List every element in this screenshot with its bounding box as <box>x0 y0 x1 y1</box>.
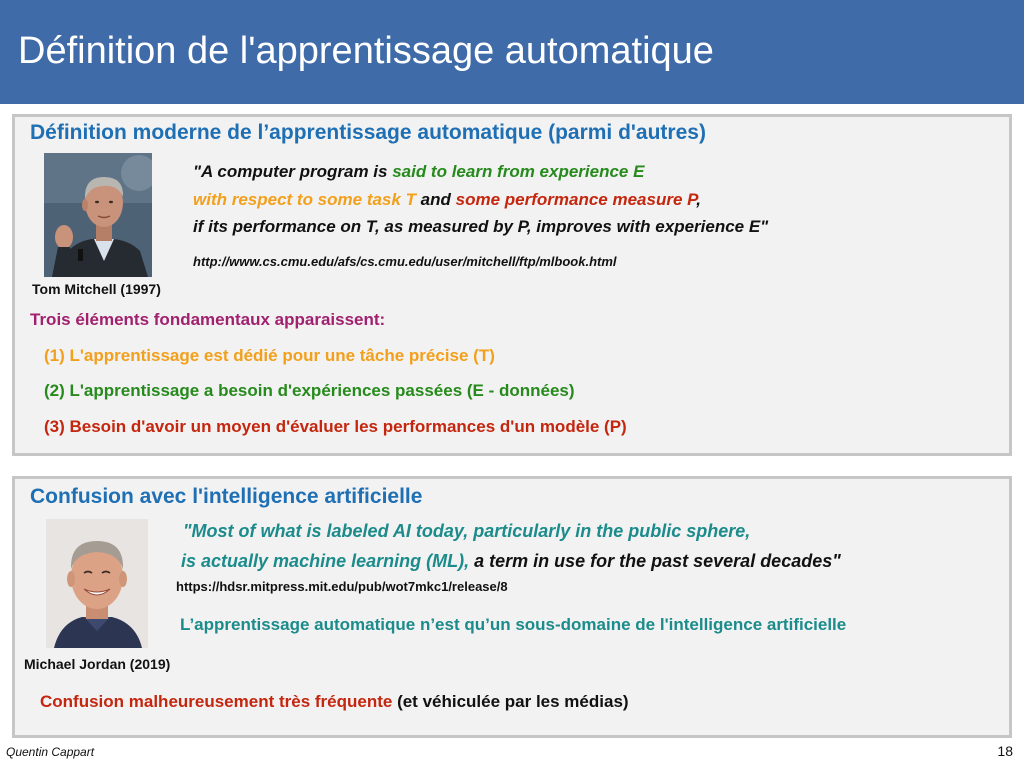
michael-jordan-caption: Michael Jordan (2019) <box>24 656 171 672</box>
tom-mitchell-photo <box>44 153 152 277</box>
left-eye <box>95 200 99 204</box>
quote-experience: said to learn from experience E <box>392 162 645 181</box>
ear <box>82 199 88 211</box>
quote-text: a term in use for the past several decad… <box>469 551 841 571</box>
slide-header: Définition de l'apprentissage automatiqu… <box>0 0 1024 104</box>
microphone <box>78 249 83 261</box>
slide: Définition de l'apprentissage automatiqu… <box>0 0 1024 768</box>
quote-task: with respect to some task T <box>193 190 416 209</box>
definition-block: Définition moderne de l’apprentissage au… <box>12 114 1012 456</box>
jordan-source-url: https://hdsr.mitpress.mit.edu/pub/wot7mk… <box>176 579 508 594</box>
definition-block-title: Définition moderne de l’apprentissage au… <box>30 121 706 144</box>
element-item-experience: (2) L'apprentissage a besoin d'expérienc… <box>44 381 575 400</box>
michael-jordan-photo <box>46 519 148 648</box>
footer-author: Quentin Cappart <box>6 745 95 759</box>
right-ear <box>119 571 127 587</box>
confusion-block: Confusion avec l'intelligence artificiel… <box>12 476 1012 738</box>
confusion-block-title: Confusion avec l'intelligence artificiel… <box>30 485 423 508</box>
quote-text: if its performance on T, as measured by … <box>193 217 769 236</box>
left-ear <box>67 571 75 587</box>
quote-text: and <box>415 190 456 209</box>
raised-hand <box>55 225 73 249</box>
quote-text: "A computer program is <box>193 162 393 181</box>
element-item-performance: (3) Besoin d'avoir un moyen d'évaluer le… <box>44 417 627 436</box>
conclusion-text: (et véhiculée par les médias) <box>392 692 629 711</box>
right-eye <box>109 200 113 204</box>
subdomain-statement: L’apprentissage automatique n’est qu’un … <box>180 615 847 634</box>
element-item-task: (1) L'apprentissage est dédié pour une t… <box>44 346 495 365</box>
mitchell-quote-line-1: "A computer program is said to learn fro… <box>193 162 644 182</box>
conclusion-highlight: Confusion malheureusement très fréquente <box>40 692 393 711</box>
quote-ml: is actually machine learning (ML), <box>181 551 470 571</box>
page-number: 18 <box>997 743 1013 759</box>
quote-text: "Most of what is labeled AI today, parti… <box>183 521 751 541</box>
slide-title: Définition de l'apprentissage automatiqu… <box>18 30 714 72</box>
mitchell-quote-line-3: if its performance on T, as measured by … <box>193 217 768 237</box>
jordan-quote-line-1: "Most of what is labeled AI today, parti… <box>183 520 750 542</box>
tom-mitchell-caption: Tom Mitchell (1997) <box>32 281 161 297</box>
quote-performance: some performance measure P <box>455 190 697 209</box>
confusion-conclusion: Confusion malheureusement très fréquente… <box>40 692 629 712</box>
mitchell-quote-line-2: with respect to some task T and some per… <box>193 190 701 210</box>
mitchell-source-url: http://www.cs.cmu.edu/afs/cs.cmu.edu/use… <box>193 254 617 269</box>
quote-text: , <box>696 190 701 209</box>
elements-intro: Trois éléments fondamentaux apparaissent… <box>30 310 386 329</box>
jordan-quote-line-2: is actually machine learning (ML), a ter… <box>181 550 841 572</box>
